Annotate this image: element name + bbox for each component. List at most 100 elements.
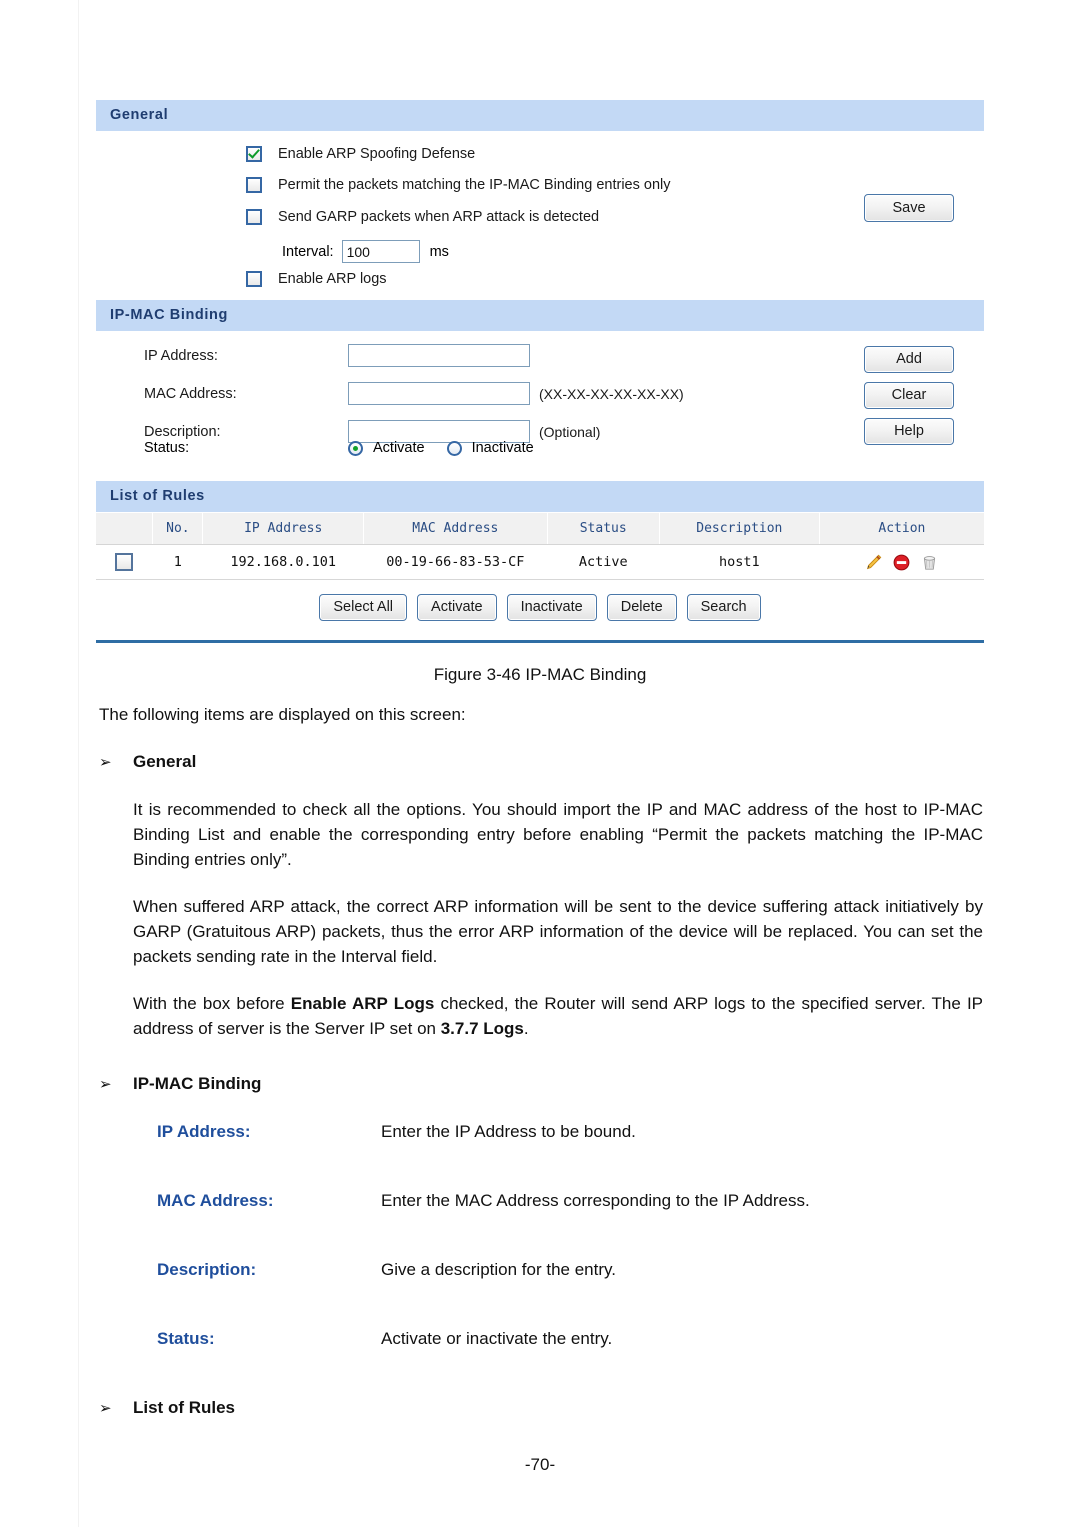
save-button[interactable]: Save: [864, 194, 954, 222]
checkbox-permit-matching-packets-only[interactable]: [246, 177, 262, 193]
figure-bottom-rule: [96, 640, 984, 643]
description-label: Description:: [144, 423, 221, 440]
interval-label: Interval:: [282, 243, 334, 260]
arp-logs-text-part-3: .: [523, 1019, 529, 1038]
radio-activate-label: Activate: [373, 440, 425, 456]
page-edge-artifact: [78, 0, 79, 1527]
definition-term: Status:: [157, 1329, 215, 1348]
inactivate-button[interactable]: Inactivate: [506, 594, 597, 621]
bullet-arrow-icon: ➢: [99, 1076, 112, 1093]
edit-pencil-icon[interactable]: [864, 553, 883, 572]
arp-logs-text-part-1: With the box before: [133, 994, 291, 1013]
rules-table: No. IP Address MAC Address Status Descri…: [96, 513, 984, 580]
section-heading-general: ➢ General: [99, 749, 983, 775]
column-header-action: Action: [819, 513, 984, 545]
bullet-arrow-icon: ➢: [99, 1400, 112, 1417]
field-row-ip-address: IP Address:: [144, 344, 530, 367]
option-enable-arp-spoofing-defense[interactable]: Enable ARP Spoofing Defense: [246, 146, 475, 162]
table-row[interactable]: 1 192.168.0.101 00-19-66-83-53-CF Active…: [96, 544, 984, 580]
definition-term: MAC Address:: [157, 1191, 274, 1210]
mac-address-input[interactable]: [348, 382, 530, 405]
definition-term: Description:: [157, 1260, 257, 1279]
general-paragraph-1: It is recommended to check all the optio…: [133, 800, 983, 869]
definition-mac-address: MAC Address: Enter the MAC Address corre…: [157, 1188, 983, 1213]
arp-logs-bold-enable-arp-logs: Enable ARP Logs: [290, 994, 435, 1013]
option-enable-arp-logs[interactable]: Enable ARP logs: [246, 271, 387, 287]
radio-inactivate-label: Inactivate: [471, 440, 534, 456]
help-button[interactable]: Help: [864, 418, 954, 445]
definition-list: IP Address: Enter the IP Address to be b…: [99, 1119, 983, 1351]
row-status: Active: [547, 544, 660, 580]
column-header-ip-address: IP Address: [202, 513, 365, 545]
panel-header-list-of-rules: List of Rules: [96, 481, 984, 513]
block-icon[interactable]: [892, 553, 911, 572]
ip-address-input[interactable]: [348, 344, 530, 367]
definition-description-field: Description: Give a description for the …: [157, 1257, 983, 1282]
radio-activate[interactable]: [348, 440, 363, 456]
section-heading-ip-mac-binding: ➢ IP-MAC Binding: [99, 1071, 983, 1097]
option-send-garp-packets[interactable]: Send GARP packets when ARP attack is det…: [246, 209, 599, 225]
checkbox-enable-arp-logs[interactable]: [246, 271, 262, 287]
arp-logs-bold-section-ref: 3.7.7 Logs: [440, 1019, 524, 1038]
rules-action-buttons: Select All Activate Inactivate Delete Se…: [96, 580, 984, 633]
panel-header-ip-mac-binding: IP-MAC Binding: [96, 300, 984, 332]
panel-body-list-of-rules: No. IP Address MAC Address Status Descri…: [96, 513, 984, 637]
option-label: Permit the packets matching the IP-MAC B…: [278, 177, 671, 193]
row-actions-cell: [819, 544, 984, 580]
delete-button[interactable]: Delete: [606, 594, 677, 621]
bullet-arrow-icon: ➢: [99, 754, 112, 771]
page-number: -70-: [524, 1455, 556, 1474]
mac-address-format-hint: (XX-XX-XX-XX-XX-XX): [539, 385, 684, 402]
interval-input[interactable]: [341, 240, 420, 263]
row-select-cell[interactable]: [96, 544, 153, 580]
option-permit-matching-packets-only[interactable]: Permit the packets matching the IP-MAC B…: [246, 177, 670, 193]
mac-address-label: MAC Address:: [144, 385, 237, 402]
activate-button[interactable]: Activate: [417, 594, 497, 621]
definition-description: Enter the MAC Address corresponding to t…: [381, 1191, 810, 1210]
field-row-status: Status: Activate Inactivate: [144, 440, 534, 456]
checkbox-send-garp-packets[interactable]: [246, 209, 262, 225]
option-label: Send GARP packets when ARP attack is det…: [278, 209, 600, 225]
search-button[interactable]: Search: [686, 594, 761, 621]
option-label: Enable ARP logs: [278, 271, 387, 287]
column-header-description: Description: [659, 513, 820, 545]
section-title: List of Rules: [133, 1398, 236, 1417]
column-header-mac-address: MAC Address: [363, 513, 548, 545]
definition-status: Status: Activate or inactivate the entry…: [157, 1326, 983, 1351]
option-label: Enable ARP Spoofing Defense: [278, 146, 476, 162]
row-mac-address: 00-19-66-83-53-CF: [363, 544, 548, 580]
add-button[interactable]: Add: [864, 346, 954, 373]
row-ip-address: 192.168.0.101: [202, 544, 364, 580]
arp-logs-paragraph: With the box before Enable ARP Logs chec…: [99, 991, 983, 1041]
figure-caption: Figure 3-46 IP-MAC Binding: [433, 665, 647, 684]
radio-inactivate[interactable]: [446, 440, 462, 456]
field-row-mac-address: MAC Address: (XX-XX-XX-XX-XX-XX): [144, 382, 684, 405]
status-label: Status:: [144, 440, 190, 456]
row-no: 1: [152, 544, 203, 580]
panel-header-general: General: [96, 100, 984, 132]
section-title: IP-MAC Binding: [133, 1074, 262, 1093]
definition-ip-address: IP Address: Enter the IP Address to be b…: [157, 1119, 983, 1144]
select-all-button[interactable]: Select All: [319, 594, 408, 621]
trash-icon[interactable]: [920, 553, 939, 572]
definition-description: Enter the IP Address to be bound.: [381, 1122, 636, 1141]
clear-button[interactable]: Clear: [864, 382, 954, 409]
binding-action-buttons: Add Clear Help: [864, 346, 954, 454]
row-checkbox[interactable]: [115, 553, 134, 571]
definition-description: Activate or inactivate the entry.: [381, 1329, 613, 1348]
interval-unit-label: ms: [429, 243, 449, 260]
column-header-status: Status: [547, 513, 660, 545]
panel-body-general: Enable ARP Spoofing Defense Permit the p…: [96, 132, 984, 300]
figure-ip-mac-binding-screenshot: General Enable ARP Spoofing Defense Perm…: [96, 100, 984, 643]
ip-address-label: IP Address:: [144, 347, 218, 364]
table-header-row: No. IP Address MAC Address Status Descri…: [96, 513, 984, 545]
section-heading-list-of-rules: ➢ List of Rules: [99, 1395, 983, 1421]
column-header-select: [96, 513, 154, 545]
document-body: The following items are displayed on thi…: [99, 702, 983, 1443]
column-header-no: No.: [152, 513, 204, 545]
section-title: General: [133, 752, 197, 771]
checkbox-enable-arp-spoofing-defense[interactable]: [246, 146, 262, 162]
description-optional-hint: (Optional): [539, 423, 601, 440]
panel-body-ip-mac-binding: IP Address: MAC Address: (XX-XX-XX-XX-XX…: [96, 332, 984, 481]
row-description: host1: [659, 544, 820, 580]
